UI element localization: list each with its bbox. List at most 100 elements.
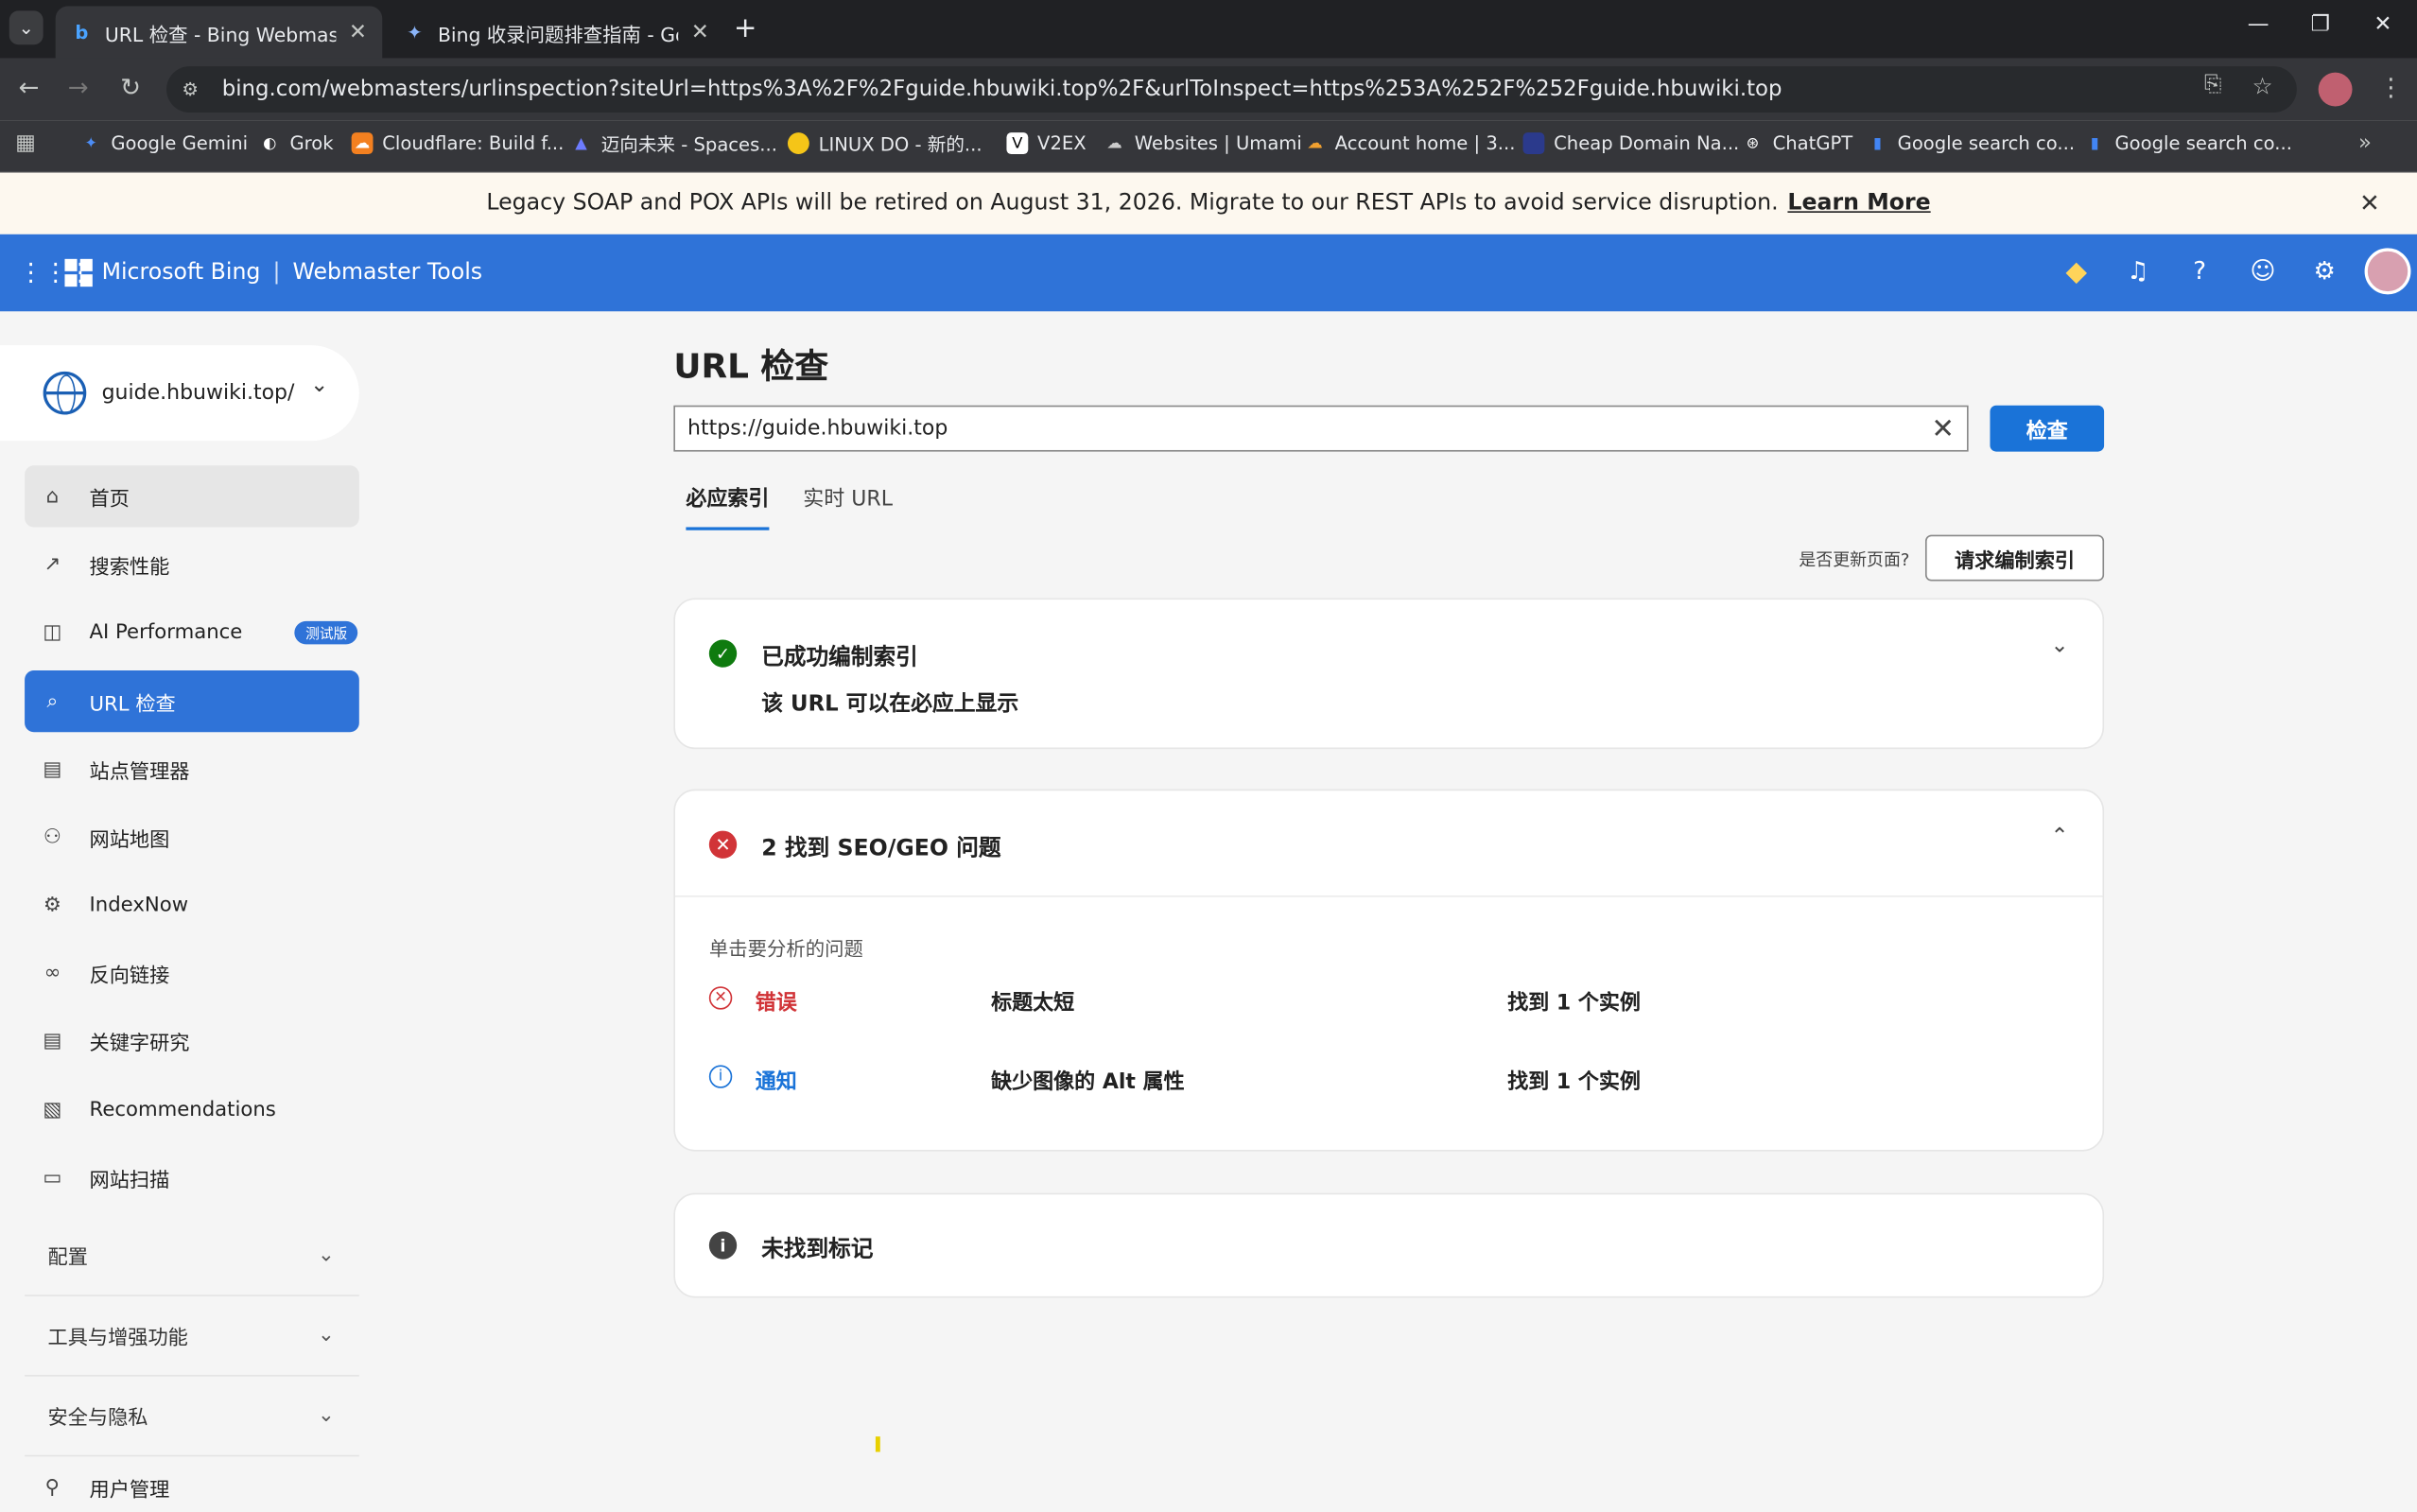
bookmark-cheap-domain[interactable]: Cheap Domain Na... — [1522, 131, 1739, 156]
cloudflare-icon: ☁ — [351, 132, 374, 154]
feedback-smile-icon[interactable]: ☺ — [2246, 256, 2280, 286]
sidebar-item-site-explorer[interactable]: ▤ 站点管理器 — [25, 739, 359, 800]
linux-do-icon — [787, 132, 809, 154]
sidebar-item-backlinks[interactable]: ∞ 反向链接 — [25, 942, 359, 1003]
clear-icon[interactable]: ✕ — [1931, 413, 1955, 445]
profile-avatar[interactable] — [2318, 72, 2353, 107]
sidebar-item-home[interactable]: ⌂ 首页 — [25, 465, 359, 528]
page-title: URL 检查 — [673, 348, 829, 388]
chevron-up-icon[interactable]: ⌃ — [2050, 825, 2068, 849]
browser-tab-gemini[interactable]: ✦ Bing 收录问题排查指南 - Goo ✕ — [389, 7, 724, 59]
bookmark-account-home[interactable]: ☁ Account home | 3... — [1304, 131, 1515, 156]
sidebar-section-configuration[interactable]: 配置 ⌄ — [25, 1216, 359, 1296]
minimize-icon[interactable]: — — [2248, 12, 2269, 37]
help-icon[interactable]: ? — [2182, 256, 2217, 286]
install-app-icon[interactable]: ⎘ — [2204, 73, 2221, 97]
close-tab-icon[interactable]: ✕ — [691, 20, 709, 44]
account-icon: ☁ — [1307, 134, 1323, 152]
sidebar-item-sitemaps[interactable]: ⚇ 网站地图 — [25, 806, 359, 867]
check-circle-icon: ✓ — [708, 639, 738, 668]
update-question: 是否更新页面? — [1799, 549, 1910, 571]
markup-card[interactable]: i 未找到标记 — [673, 1192, 2105, 1298]
sidebar-item-indexnow[interactable]: ⚙ IndexNow — [25, 874, 359, 935]
notifications-bell-icon[interactable]: ♫ — [2121, 256, 2155, 286]
brand[interactable]: Microsoft Bing | Webmaster Tools — [64, 258, 482, 287]
tab-bing-index[interactable]: 必应索引 — [686, 481, 770, 530]
browser-tab-url-inspection[interactable]: b URL 检查 - Bing Webmaster T ✕ — [55, 6, 383, 59]
search-icon: ⌕ — [46, 689, 59, 713]
user-avatar[interactable] — [2364, 248, 2411, 295]
inspect-button[interactable]: 检查 — [1990, 405, 2105, 452]
sidebar-item-url-inspection[interactable]: ⌕ URL 检查 — [25, 670, 359, 733]
index-status-card[interactable]: ✓ 已成功编制索引 该 URL 可以在必应上显示 ⌄ — [673, 598, 2105, 750]
sidebar: guide.hbuwiki.top/ ⌄ ⌂ 首页 ↗ 搜索性能 ◫ AI Perfo… — [0, 311, 386, 1512]
learn-more-link[interactable]: Learn More — [1787, 191, 1930, 216]
site-selector[interactable]: guide.hbuwiki.top/ ⌄ — [0, 345, 359, 442]
settings-gear-icon[interactable]: ⚙ — [2307, 256, 2341, 286]
chevron-down-icon: ⌄ — [317, 1243, 335, 1267]
scroll-marker — [875, 1436, 880, 1452]
grok-icon: ◐ — [263, 134, 277, 152]
app-header: ⋮⋮⋮ Microsoft Bing | Webmaster Tools — [0, 234, 2417, 312]
copilot-icon[interactable]: ◆ — [2060, 256, 2094, 288]
info-icon: i — [708, 1065, 733, 1088]
apps-grid-icon[interactable]: ▦ — [15, 131, 36, 156]
bookmark-cloudflare[interactable]: ☁ Cloudflare: Build f... — [351, 131, 564, 156]
bookmark-v2ex[interactable]: V V2EX — [1006, 131, 1087, 156]
bookmark-chatgpt[interactable]: ⊛ ChatGPT — [1742, 131, 1853, 156]
bookmark-spaces[interactable]: ▲ 迈向未来 - Spaces... — [570, 131, 777, 156]
sidebar-item-search-performance[interactable]: ↗ 搜索性能 — [25, 533, 359, 595]
search-console-icon: ▮ — [1872, 134, 1882, 152]
close-tab-icon[interactable]: ✕ — [349, 20, 367, 44]
bookmark-star-icon[interactable]: ☆ — [2252, 73, 2273, 100]
globe-icon — [43, 371, 87, 415]
info-circle-icon: i — [708, 1231, 738, 1260]
reload-icon[interactable]: ↻ — [120, 73, 141, 102]
address-bar[interactable]: ⚙ bing.com/webmasters/urlinspection?site… — [166, 66, 2297, 113]
bookmark-linux-do[interactable]: LINUX DO - 新的... — [787, 131, 982, 156]
new-tab-icon[interactable]: + — [734, 12, 757, 44]
sidebar-item-user-management[interactable]: ⚲ 用户管理 — [25, 1456, 359, 1512]
back-icon[interactable]: ← — [19, 73, 40, 102]
site-info-icon[interactable]: ⚙ — [182, 78, 206, 100]
bookmark-google-gemini[interactable]: ✦ Google Gemini — [80, 131, 248, 156]
close-banner-icon[interactable]: ✕ — [2359, 188, 2380, 217]
gear-icon: ⚙ — [43, 893, 61, 917]
divider — [674, 895, 2103, 897]
v2ex-icon: V — [1006, 132, 1029, 154]
chevron-down-icon[interactable]: ⌄ — [2050, 634, 2068, 658]
sidebar-section-tools[interactable]: 工具与增强功能 ⌄ — [25, 1296, 359, 1377]
bookmark-grok[interactable]: ◐ Grok — [259, 131, 333, 156]
document-icon: ▤ — [43, 757, 62, 781]
bookmark-google-search-console-2[interactable]: ▮ Google search co... — [2084, 131, 2292, 156]
close-window-icon[interactable]: ✕ — [2374, 12, 2391, 37]
bookmark-google-search-console-1[interactable]: ▮ Google search co... — [1867, 131, 2075, 156]
inspection-tabs: 必应索引 实时 URL — [686, 481, 893, 530]
issue-row[interactable]: i 通知 缺少图像的 Alt 属性 找到 1 个实例 — [708, 1064, 2065, 1094]
sidebar-item-recommendations[interactable]: ▧ Recommendations — [25, 1079, 359, 1140]
forward-icon[interactable]: → — [68, 73, 89, 102]
sidebar-section-security[interactable]: 安全与隐私 ⌄ — [25, 1377, 359, 1457]
microsoft-logo-icon — [64, 258, 93, 287]
error-circle-icon: ✕ — [708, 830, 738, 859]
tab-live-url[interactable]: 实时 URL — [803, 481, 893, 530]
more-bookmarks-icon[interactable]: » — [2358, 131, 2372, 156]
browser-tab-strip: ⌄ b URL 检查 - Bing Webmaster T ✕ ✦ Bing 收… — [0, 0, 2417, 59]
bookmark-umami[interactable]: ☁ Websites | Umami — [1104, 131, 1301, 156]
browser-menu-icon[interactable]: ⋮ — [2378, 73, 2403, 102]
tab-search-button[interactable]: ⌄ — [9, 10, 43, 45]
request-indexing-button[interactable]: 请求编制索引 — [1924, 534, 2105, 582]
gemini-icon: ✦ — [407, 21, 423, 43]
sitemap-icon: ⚇ — [43, 825, 61, 849]
sidebar-item-site-scan[interactable]: ▭ 网站扫描 — [25, 1147, 359, 1208]
gemini-icon: ✦ — [84, 134, 98, 152]
url-input[interactable]: https://guide.hbuwiki.top ✕ — [673, 405, 1969, 452]
restore-icon[interactable]: ❐ — [2311, 12, 2330, 37]
sidebar-item-keyword-research[interactable]: ▤ 关键字研究 — [25, 1010, 359, 1071]
chatgpt-icon: ⊛ — [1746, 134, 1760, 152]
issue-row[interactable]: ✕ 错误 标题太短 找到 1 个实例 — [708, 985, 2065, 1016]
user-icon: ⚲ — [44, 1475, 61, 1500]
spaces-icon: ▲ — [575, 134, 587, 152]
home-icon: ⌂ — [45, 484, 60, 509]
sidebar-item-ai-performance[interactable]: ◫ AI Performance 测试版 — [25, 601, 359, 663]
